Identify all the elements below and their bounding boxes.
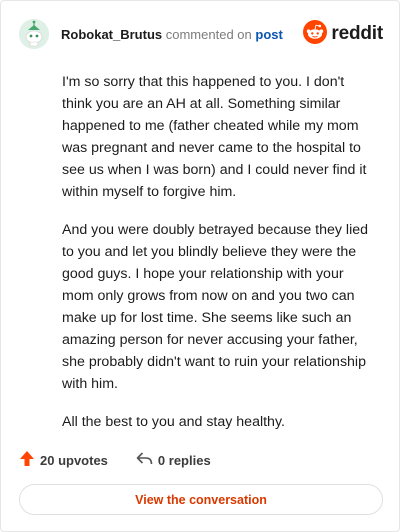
comment-card: Robokat_Brutus commented on post reddit bbox=[0, 0, 400, 532]
username-link[interactable]: Robokat_Brutus bbox=[61, 27, 162, 42]
reply-button[interactable]: 0 replies bbox=[136, 451, 211, 469]
comment-action-text: commented on bbox=[165, 26, 252, 42]
reddit-logo-icon bbox=[303, 19, 328, 49]
reddit-brand[interactable]: reddit bbox=[303, 19, 383, 49]
comment-meta: Robokat_Brutus commented on post bbox=[61, 27, 303, 42]
upvote-count: 20 upvotes bbox=[40, 452, 108, 468]
comment-body: I'm so sorry that this happened to you. … bbox=[62, 71, 378, 449]
comment-header: Robokat_Brutus commented on post reddit bbox=[19, 17, 383, 51]
reddit-wordmark: reddit bbox=[331, 23, 383, 44]
post-link[interactable]: post bbox=[255, 27, 282, 42]
view-conversation-button[interactable]: View the conversation bbox=[19, 484, 383, 515]
reply-count: 0 replies bbox=[157, 452, 211, 468]
upvote-button[interactable]: 20 upvotes bbox=[19, 450, 108, 470]
comment-paragraph: I'm so sorry that this happened to you. … bbox=[62, 74, 367, 200]
snoo-avatar-icon[interactable] bbox=[19, 19, 49, 49]
upvote-arrow-icon bbox=[19, 450, 40, 470]
comment-actions: 20 upvotes 0 replies bbox=[19, 449, 211, 471]
reply-arrow-icon bbox=[136, 451, 158, 469]
comment-paragraph: And you were doubly betrayed because the… bbox=[62, 222, 369, 392]
comment-paragraph: All the best to you and stay healthy. bbox=[62, 414, 285, 430]
